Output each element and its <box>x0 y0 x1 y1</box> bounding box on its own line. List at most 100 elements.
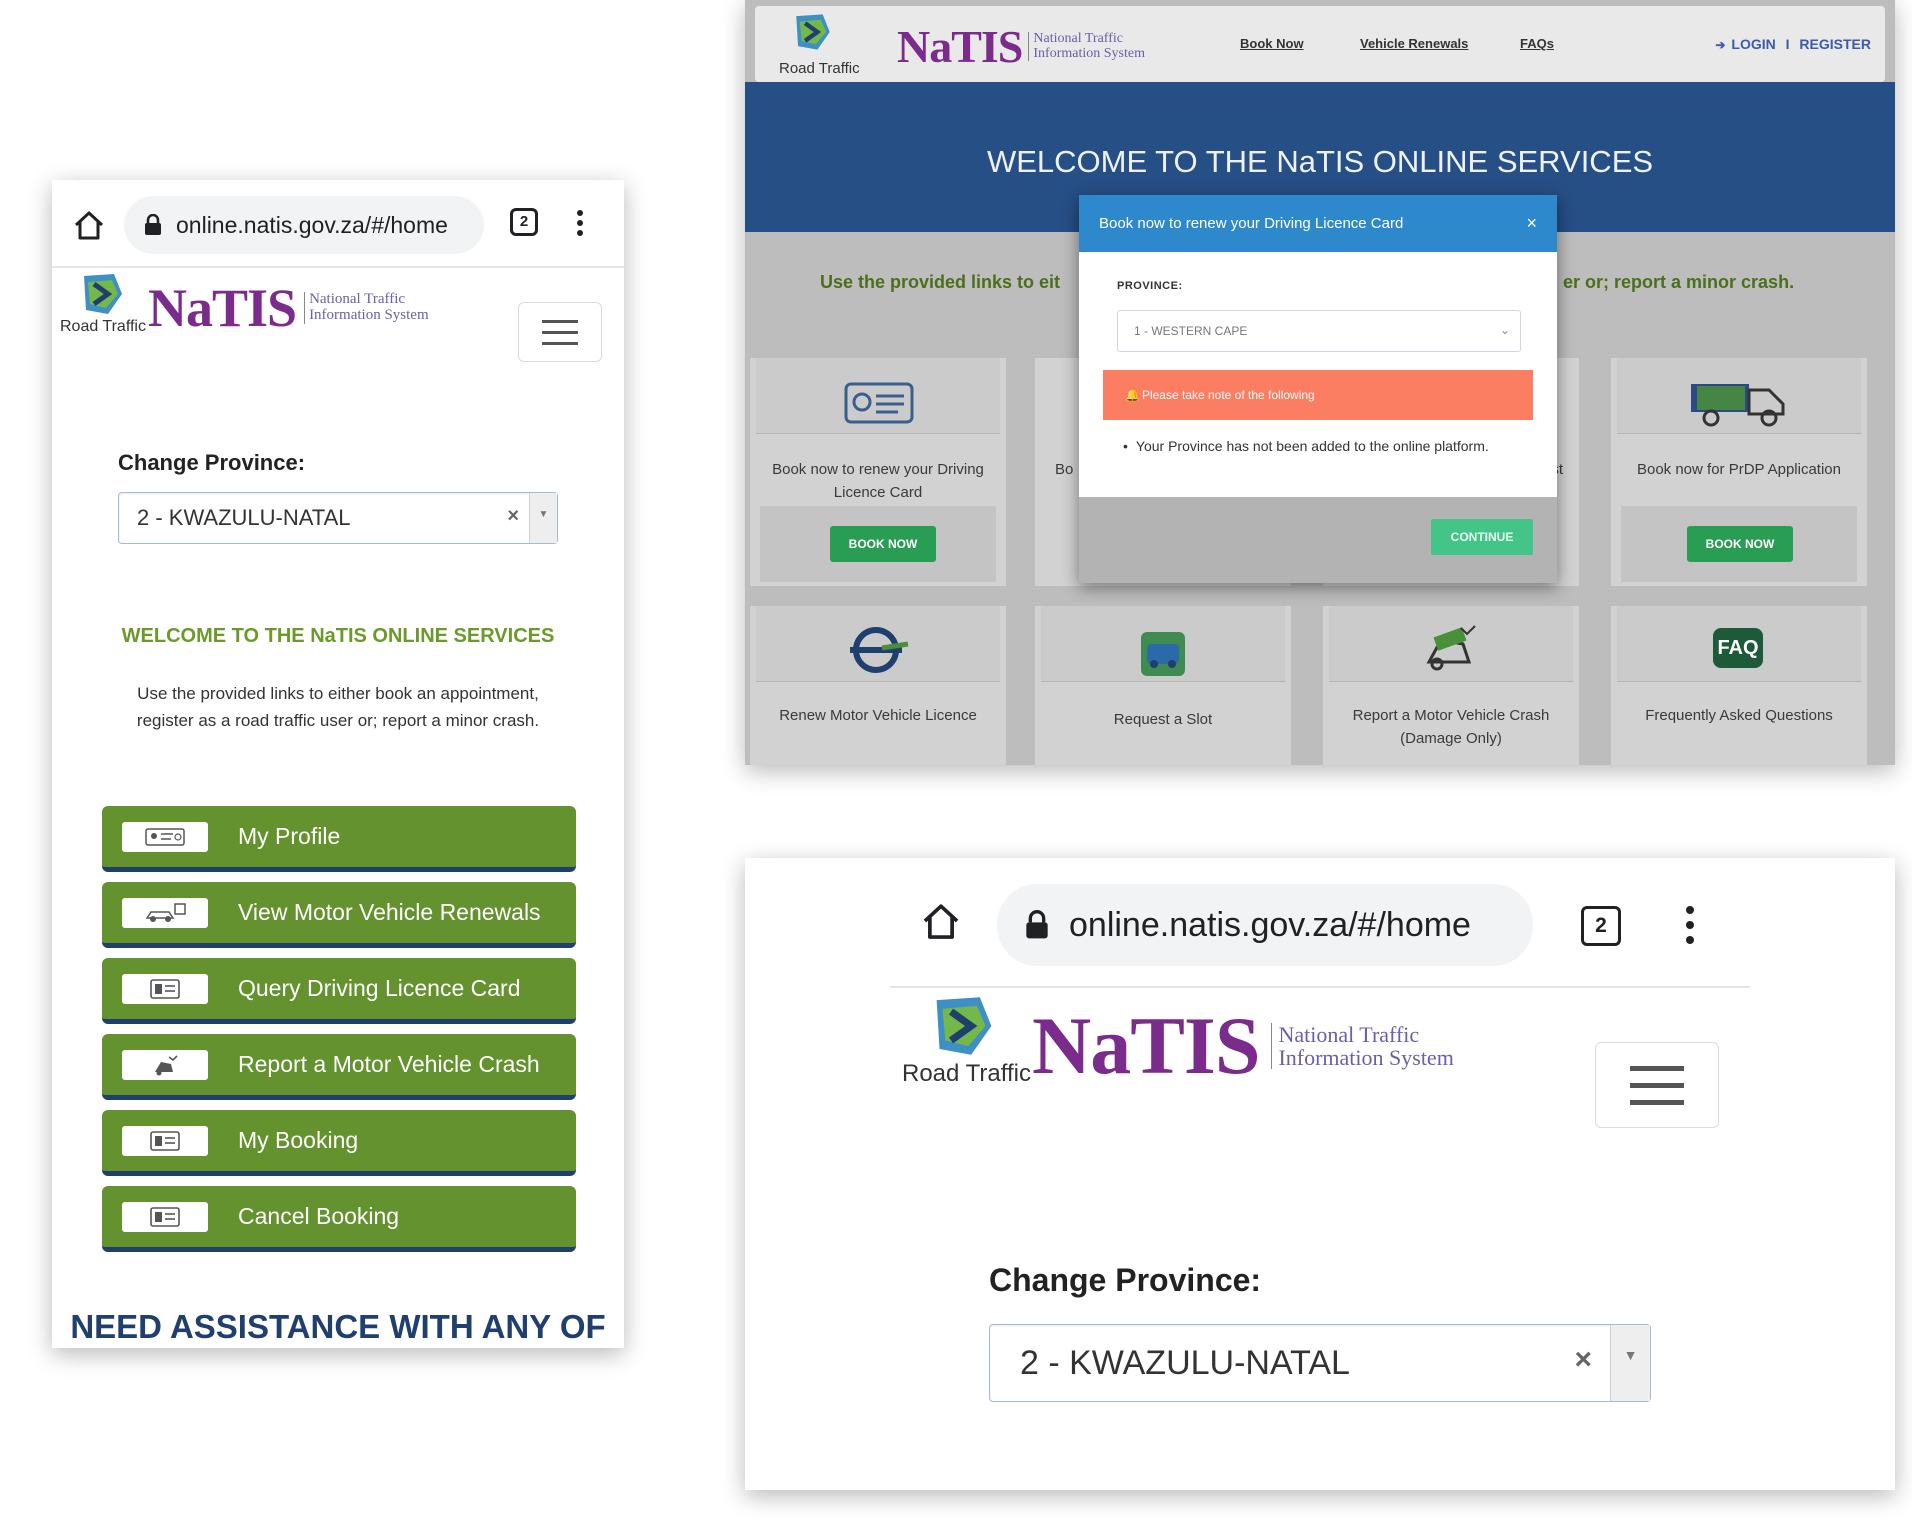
province-select[interactable]: 2 - KWAZULU-NATAL × ▼ <box>118 492 558 544</box>
report-motor-vehicle-crash-button[interactable]: Report a Motor Vehicle Crash <box>102 1034 576 1100</box>
desktop-screenshot: Road Traffic NaTIS National Traffic Info… <box>745 0 1895 765</box>
close-icon[interactable]: × <box>1526 213 1537 234</box>
natis-sub-line1: National Traffic <box>309 291 406 308</box>
cancel-card-icon <box>122 1201 208 1232</box>
card-report-crash-label: Report a Motor Vehicle Crash (Damage Onl… <box>1352 707 1550 747</box>
card-faq[interactable]: FAQ Frequently Asked Questions <box>1611 606 1867 765</box>
natis-sub-line1: National Traffic <box>1033 30 1123 46</box>
card-report-crash[interactable]: Report a Motor Vehicle Crash (Damage Onl… <box>1323 606 1579 765</box>
truck-icon <box>1691 384 1785 427</box>
renew-vehicle-icon <box>850 627 909 673</box>
natis-sub-line1: National Traffic <box>1278 1021 1420 1047</box>
chevron-down-icon: ⌄ <box>1499 323 1510 337</box>
road-traffic-label: Road Traffic <box>779 60 860 77</box>
tabs-count-icon[interactable]: 2 <box>510 208 538 236</box>
card-renew-driving-licence-label: Book now to renew your Driving Licence C… <box>772 461 984 501</box>
login-icon[interactable]: ➔ <box>1715 38 1725 52</box>
card-renew-driving-licence: Book now to renew your Driving Licence C… <box>750 358 1006 586</box>
natis-sub-line2: Information System <box>1033 45 1145 61</box>
menu-dots-icon[interactable] <box>1685 906 1695 944</box>
login-link[interactable]: LOGIN <box>1731 36 1775 52</box>
toolbar-divider <box>890 986 1750 988</box>
road-traffic-emblem-icon <box>796 14 830 50</box>
book-now-prdp-button[interactable]: BOOK NOW <box>1687 526 1793 562</box>
home-icon[interactable] <box>920 900 962 942</box>
continue-button[interactable]: CONTINUE <box>1431 519 1533 555</box>
natis-sub-line2: Information System <box>1278 1045 1454 1070</box>
auth-separator: I <box>1785 36 1790 52</box>
view-motor-vehicle-renewals-button[interactable]: View Motor Vehicle Renewals <box>102 882 576 948</box>
natis-sub-line2: Information System <box>309 307 429 323</box>
car-slot-icon <box>1141 632 1185 676</box>
natis-subtitle: National Traffic Information System <box>1271 1021 1454 1070</box>
card-faq-label: Frequently Asked Questions <box>1645 707 1833 724</box>
my-profile-label: My Profile <box>238 823 341 849</box>
nav-vehicle-renewals[interactable]: Vehicle Renewals <box>1360 36 1468 51</box>
natis-wordmark: NaTIS <box>1032 1000 1260 1091</box>
provided-links-text-left: Use the provided links to eit <box>820 272 1061 292</box>
intro-text: Use the provided links to either book an… <box>136 684 540 730</box>
modal-province-select[interactable]: 1 - WESTERN CAPE ⌄ <box>1117 310 1521 352</box>
book-now-button[interactable]: BOOK NOW <box>830 526 936 562</box>
licence-card-icon <box>122 973 208 1004</box>
crash-icon <box>1426 625 1476 671</box>
road-traffic-emblem-icon <box>84 274 122 314</box>
road-traffic-emblem-icon <box>936 997 992 1055</box>
query-driving-licence-card-button[interactable]: Query Driving Licence Card <box>102 958 576 1024</box>
nav-faqs[interactable]: FAQs <box>1520 36 1554 51</box>
cancel-booking-button[interactable]: Cancel Booking <box>102 1186 576 1252</box>
menu-dots-icon[interactable] <box>576 210 584 236</box>
chevron-down-icon[interactable]: ▼ <box>1610 1325 1650 1401</box>
address-bar[interactable]: online.natis.gov.za/#/home <box>997 884 1533 966</box>
natis-logo[interactable]: NaTIS National Traffic Information Syste… <box>897 20 1145 73</box>
licence-card-icon <box>844 382 914 424</box>
province-select[interactable]: 2 - KWAZULU-NATAL × ▼ <box>989 1324 1651 1402</box>
lock-icon <box>1026 910 1048 939</box>
modal-message-text: Your Province has not been added to the … <box>1135 438 1489 454</box>
my-booking-label: My Booking <box>238 1127 359 1153</box>
card-renew-motor-vehicle-licence[interactable]: Renew Motor Vehicle Licence <box>750 606 1006 765</box>
natis-logo[interactable]: Road Traffic NaTIS National Traffic Info… <box>60 272 429 344</box>
hamburger-menu-button[interactable] <box>518 302 602 362</box>
chevron-down-icon[interactable]: ▼ <box>529 493 557 543</box>
tabs-count-icon[interactable]: 2 <box>1581 906 1621 946</box>
province-value: 2 - KWAZULU-NATAL <box>1020 1343 1350 1382</box>
address-bar[interactable]: online.natis.gov.za/#/home <box>124 196 484 254</box>
car-renewal-icon <box>122 897 208 928</box>
modal-header: Book now to renew your Driving Licence C… <box>1079 195 1557 252</box>
lock-icon <box>145 214 161 235</box>
booking-card-icon <box>122 1125 208 1156</box>
hamburger-menu-button[interactable] <box>1595 1042 1719 1128</box>
road-traffic-logo[interactable]: Road Traffic <box>769 10 860 80</box>
natis-wordmark: NaTIS <box>148 278 297 338</box>
natis-logo[interactable]: Road Traffic NaTIS National Traffic Info… <box>900 994 1454 1098</box>
zoomed-mobile-screenshot: online.natis.gov.za/#/home 2 Road Traffi… <box>745 858 1895 1490</box>
home-icon[interactable] <box>72 208 106 242</box>
nav-book-now[interactable]: Book Now <box>1240 36 1304 51</box>
need-assistance-heading: NEED ASSISTANCE WITH ANY OF <box>70 1308 606 1345</box>
bullet-dot: • <box>1123 438 1128 454</box>
provided-links-text-right: er or; report a minor crash. <box>1563 272 1795 292</box>
modal-alert-text: Please take note of the following <box>1141 388 1315 402</box>
register-link[interactable]: REGISTER <box>1799 36 1871 52</box>
banner-title: WELCOME TO THE NaTIS ONLINE SERVICES <box>986 144 1654 179</box>
query-driving-licence-card-label: Query Driving Licence Card <box>238 975 521 1001</box>
road-traffic-label: Road Traffic <box>902 1060 1031 1087</box>
top-navigation: Road Traffic NaTIS National Traffic Info… <box>755 6 1885 82</box>
book-now-modal: Book now to renew your Driving Licence C… <box>1079 195 1557 583</box>
clear-selection-icon[interactable]: × <box>1574 1343 1592 1377</box>
natis-wordmark: NaTIS <box>897 21 1023 72</box>
faq-icon: FAQ <box>1713 628 1763 668</box>
modal-title: Book now to renew your Driving Licence C… <box>1099 215 1404 232</box>
my-booking-button[interactable]: My Booking <box>102 1110 576 1176</box>
modal-province-label: PROVINCE: <box>1117 280 1183 292</box>
card-request-slot[interactable]: Request a Slot <box>1035 606 1291 765</box>
my-profile-button[interactable]: My Profile <box>102 806 576 872</box>
road-traffic-logo: Road Traffic <box>60 272 146 344</box>
change-province-label: Change Province: <box>118 450 306 475</box>
card-renew-motor-vehicle-label: Renew Motor Vehicle Licence <box>779 707 977 724</box>
clear-selection-icon[interactable]: × <box>507 505 519 528</box>
card-prdp-application: Book now for PrDP Application BOOK NOW <box>1611 358 1867 586</box>
mobile-screenshot: online.natis.gov.za/#/home 2 Road Traffi… <box>52 180 624 1348</box>
modal-footer: CONTINUE <box>1079 497 1557 583</box>
